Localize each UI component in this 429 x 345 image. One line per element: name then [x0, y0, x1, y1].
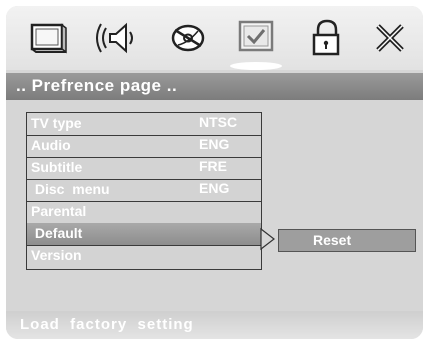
monitor-icon[interactable]	[26, 18, 70, 58]
exit-icon[interactable]	[368, 18, 412, 58]
speaker-audio-icon[interactable]	[96, 18, 140, 58]
menu-item-label: Audio	[31, 137, 71, 153]
menu-item-value: FRE	[199, 158, 227, 174]
help-bar: Load factory setting	[6, 311, 423, 339]
help-text: Load factory setting	[20, 316, 194, 333]
menu-item-label: Disc menu	[31, 181, 110, 197]
menu-item-version[interactable]: Version	[27, 245, 261, 267]
submenu-arrow-icon	[260, 227, 275, 251]
preference-check-icon[interactable]	[230, 18, 282, 70]
menu-item-value: ENG	[199, 180, 230, 196]
menu-item-label: Version	[31, 247, 82, 263]
menu-item-default[interactable]: Default	[27, 223, 261, 246]
menu-item-value: ENG	[199, 136, 230, 152]
reset-button[interactable]: Reset	[278, 229, 416, 252]
page-title-bar: .. Prefrence page ..	[6, 73, 423, 100]
reset-button-label: Reset	[313, 232, 352, 248]
menu-item-label: Default	[31, 225, 83, 241]
menu-item-disc-menu[interactable]: Disc menu ENG	[27, 179, 261, 202]
settings-menu: TV type NTSC Audio ENG Subtitle FRE Disc…	[26, 112, 262, 270]
osd-screen: .. Prefrence page .. TV type NTSC Audio …	[6, 6, 423, 339]
lock-icon[interactable]	[304, 18, 348, 58]
menu-item-audio[interactable]: Audio ENG	[27, 135, 261, 158]
menu-item-label: TV type	[31, 115, 82, 131]
top-icon-bar	[6, 6, 423, 70]
menu-item-label: Parental	[31, 203, 87, 219]
page-title: .. Prefrence page ..	[16, 76, 178, 95]
disc-icon[interactable]	[166, 18, 210, 58]
menu-item-label: Subtitle	[31, 159, 83, 175]
menu-item-tv-type[interactable]: TV type NTSC	[27, 113, 261, 136]
menu-item-value: NTSC	[199, 114, 238, 130]
menu-item-subtitle[interactable]: Subtitle FRE	[27, 157, 261, 180]
menu-item-parental[interactable]: Parental	[27, 201, 261, 224]
